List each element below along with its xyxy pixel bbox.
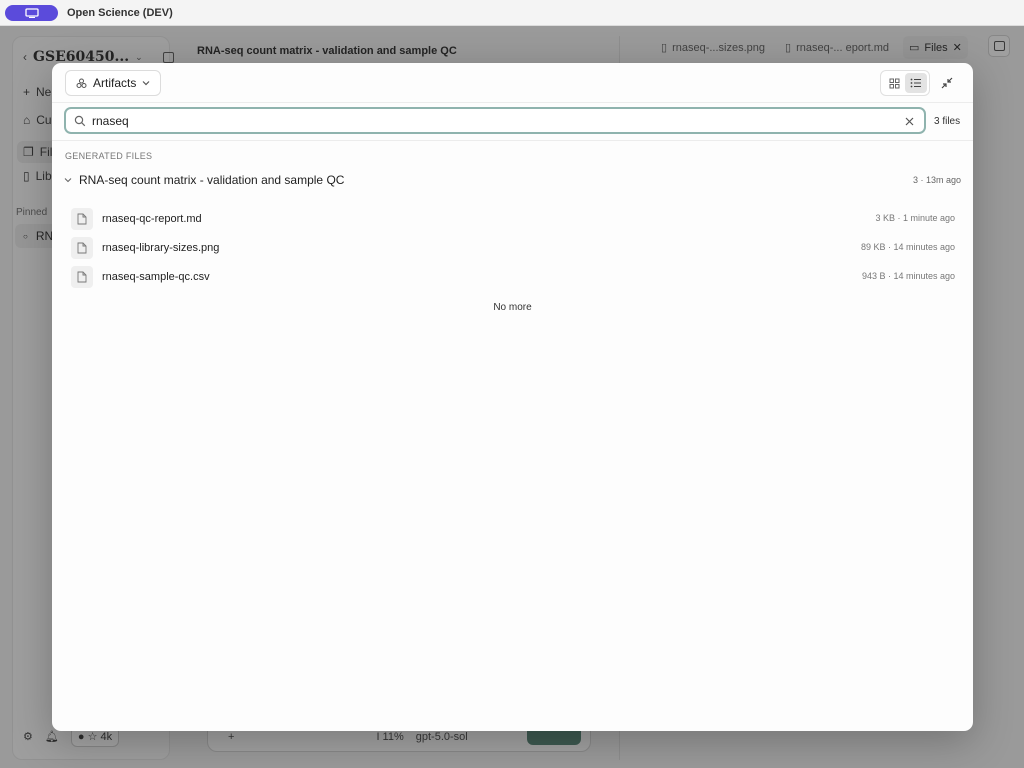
- file-name: rnaseq-sample-qc.csv: [102, 270, 210, 283]
- section-heading: GENERATED FILES: [65, 151, 153, 161]
- app-badge[interactable]: [5, 4, 58, 21]
- view-toggle: [880, 70, 930, 96]
- file-group-title: RNA-seq count matrix - validation and sa…: [79, 173, 345, 187]
- document-icon: [71, 265, 93, 288]
- search-icon: [74, 115, 86, 127]
- file-name: rnaseq-qc-report.md: [102, 212, 202, 225]
- list-item[interactable]: rnaseq-library-sizes.png 89 KB · 14 minu…: [71, 233, 955, 262]
- grid-view-button[interactable]: [883, 73, 905, 93]
- no-more-label: No more: [493, 302, 532, 313]
- search-row: 3 files: [52, 103, 973, 141]
- grid-icon: [889, 78, 899, 88]
- app-title: Open Science (DEV): [67, 6, 173, 19]
- file-meta: 943 B · 14 minutes ago: [861, 271, 955, 281]
- list-item[interactable]: rnaseq-qc-report.md 3 KB · 1 minute ago: [71, 204, 955, 233]
- file-name: rnaseq-library-sizes.png: [102, 241, 220, 254]
- artifacts-dropdown[interactable]: Artifacts: [65, 70, 162, 96]
- artifacts-icon: [76, 78, 87, 88]
- minimize-icon: [941, 77, 953, 89]
- chevron-down-icon: [64, 178, 72, 183]
- search-box: [64, 107, 926, 134]
- list-view-button[interactable]: [905, 73, 927, 93]
- modal-header: Artifacts: [52, 63, 973, 103]
- files-modal: Artifacts 3 files GENERATED FILES: [52, 63, 973, 731]
- list-item[interactable]: rnaseq-sample-qc.csv 943 B · 14 minutes …: [71, 262, 955, 291]
- file-meta: 3 KB · 1 minute ago: [875, 213, 955, 223]
- search-input[interactable]: [92, 113, 892, 128]
- file-group-header[interactable]: RNA-seq count matrix - validation and sa…: [64, 169, 961, 191]
- collapse-button[interactable]: [936, 72, 958, 94]
- file-group-meta: 3 · 13m ago: [912, 175, 961, 185]
- app-titlebar: Open Science (DEV): [0, 0, 1024, 26]
- file-count: 3 files: [934, 116, 961, 127]
- clear-search-icon[interactable]: [902, 114, 916, 128]
- file-list: rnaseq-qc-report.md 3 KB · 1 minute ago …: [71, 204, 955, 291]
- document-icon: [71, 207, 93, 230]
- list-icon: [910, 78, 921, 88]
- file-meta: 89 KB · 14 minutes ago: [860, 242, 955, 252]
- chevron-down-icon: [142, 81, 150, 86]
- monitor-icon: [24, 7, 39, 18]
- document-icon: [71, 236, 93, 259]
- artifacts-label: Artifacts: [93, 76, 137, 90]
